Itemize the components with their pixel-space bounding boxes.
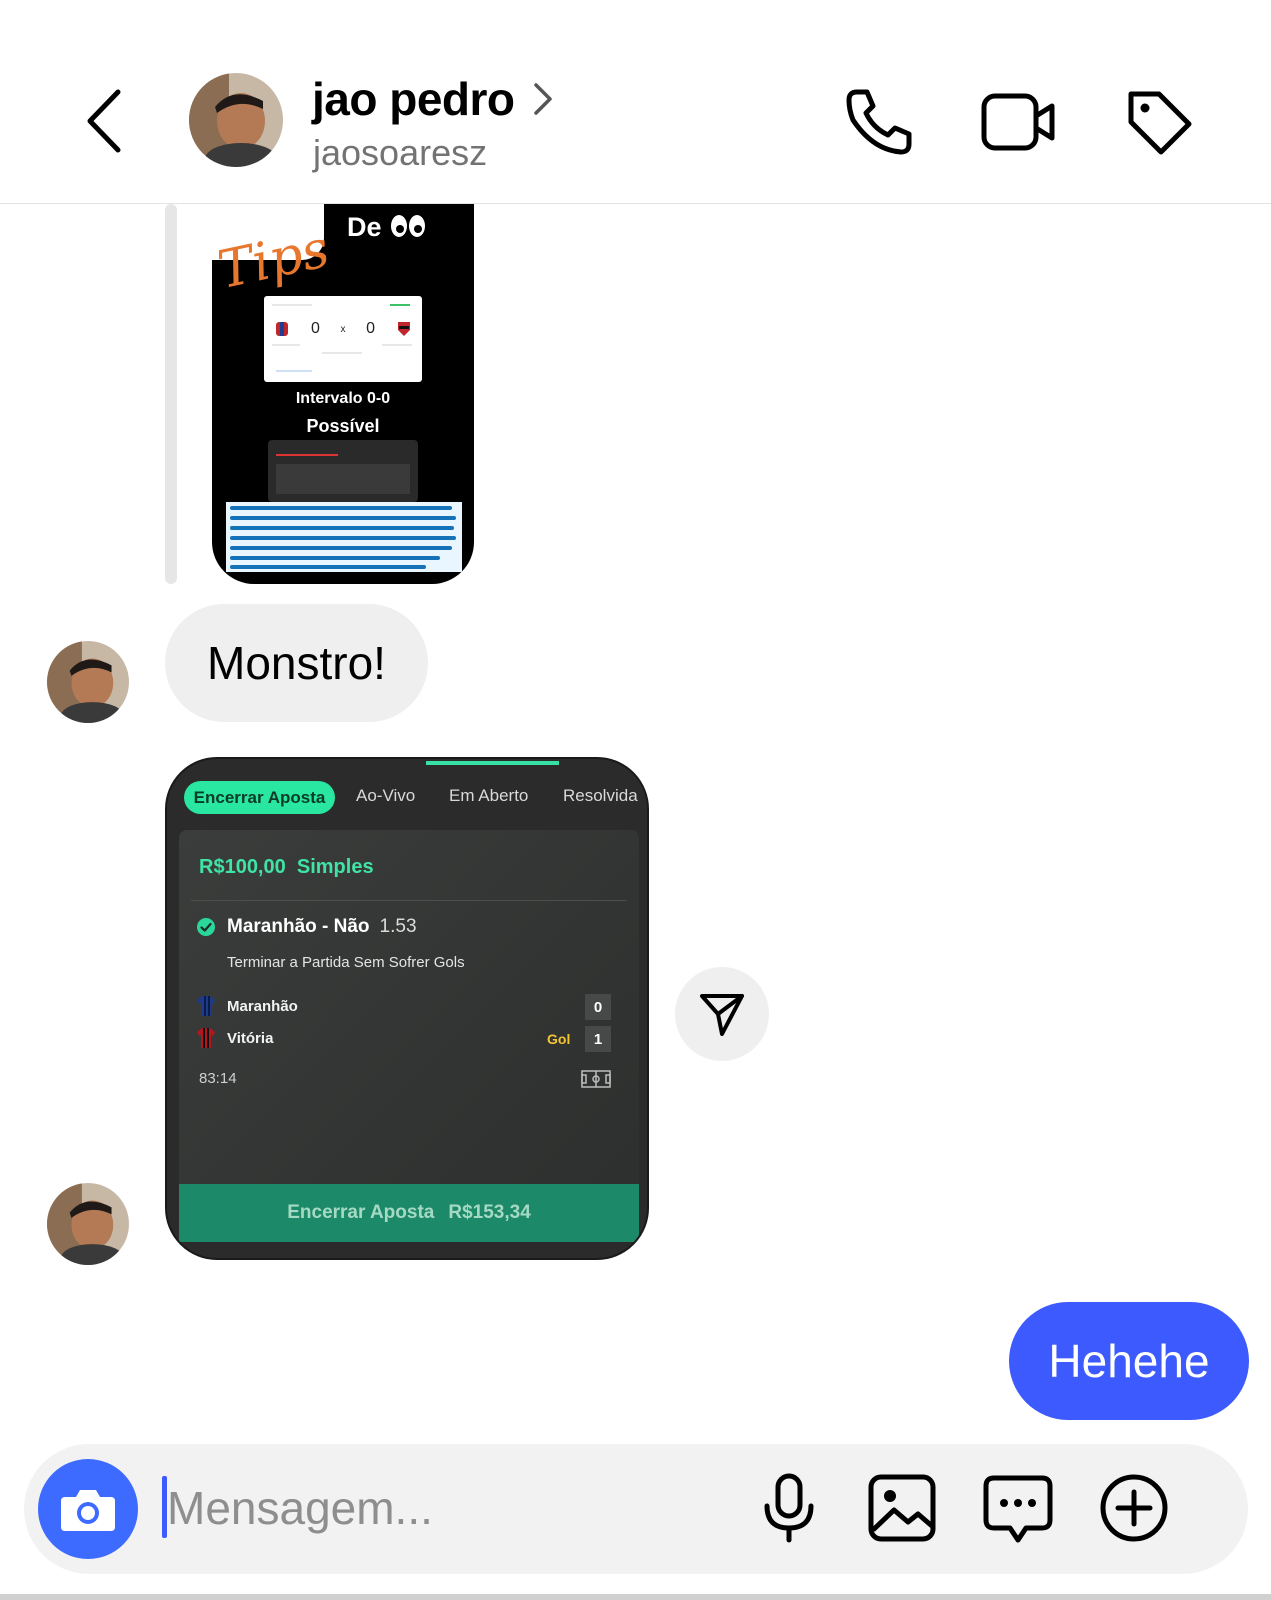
post-heading: De bbox=[347, 212, 382, 242]
dm-thread-screen: jao pedro jaosoaresz Tips De 0 x 0 Inter… bbox=[0, 0, 1271, 1600]
team-2-name: Vitória bbox=[227, 1030, 274, 1047]
paper-plane-icon bbox=[700, 994, 744, 1036]
message-composer bbox=[24, 1444, 1248, 1574]
message-input[interactable] bbox=[167, 1477, 727, 1539]
vitoria-shirt-icon bbox=[197, 1028, 215, 1048]
bet-selection: Maranhão - Não 1.53 bbox=[227, 916, 417, 938]
bet-tabs: Encerrar Aposta Ao-Vivo Em Aberto Resolv… bbox=[167, 759, 647, 829]
bet-selection-name: Maranhão - Não bbox=[227, 916, 370, 937]
sender-avatar-2[interactable] bbox=[47, 1183, 129, 1265]
contact-name[interactable]: jao pedro bbox=[312, 72, 515, 126]
post-score-separator: x bbox=[340, 323, 346, 335]
eyes-emoji-icon bbox=[391, 215, 425, 237]
tag-icon[interactable] bbox=[1123, 86, 1195, 158]
sender-avatar[interactable] bbox=[47, 641, 129, 723]
tab-resolvida: Resolvida bbox=[563, 786, 638, 805]
team-1-score: 0 bbox=[585, 994, 611, 1020]
team-2-score: 1 bbox=[585, 1026, 611, 1052]
tab-em-aberto: Em Aberto bbox=[449, 786, 529, 805]
camera-icon bbox=[61, 1490, 115, 1531]
active-tab-indicator bbox=[426, 761, 559, 765]
thread-header: jao pedro jaosoaresz bbox=[0, 0, 1271, 204]
gallery-icon[interactable] bbox=[866, 1472, 938, 1544]
bet-type: Simples bbox=[296, 856, 374, 878]
phone-icon[interactable] bbox=[843, 86, 915, 158]
post-bet-slip-thumbnail bbox=[268, 440, 418, 502]
microphone-icon[interactable] bbox=[753, 1472, 825, 1544]
cashout-bar: Encerrar Aposta R$153,34 bbox=[179, 1184, 639, 1242]
post-line-possible: Possível bbox=[306, 416, 380, 436]
check-circle-icon bbox=[197, 918, 215, 936]
outgoing-message-bubble[interactable]: Hehehe bbox=[1009, 1302, 1249, 1420]
match-clock: 83:14 bbox=[199, 1070, 237, 1087]
away-crest-icon bbox=[397, 322, 410, 336]
goal-event-label: Gol bbox=[547, 1031, 571, 1047]
divider bbox=[191, 900, 627, 901]
tab-ao-vivo: Ao-Vivo bbox=[356, 786, 416, 805]
maranhao-shirt-icon bbox=[197, 996, 215, 1016]
home-indicator-strip bbox=[0, 1594, 1271, 1600]
contact-name-row[interactable]: jao pedro bbox=[312, 72, 555, 126]
post-line-interval: Intervalo 0-0 bbox=[295, 390, 391, 407]
cashout-value: R$153,34 bbox=[448, 1202, 531, 1223]
sticker-chat-icon[interactable] bbox=[982, 1472, 1054, 1544]
reply-indicator-bar bbox=[165, 204, 177, 584]
video-camera-icon[interactable] bbox=[980, 86, 1060, 158]
home-crest-icon bbox=[276, 322, 289, 336]
team-1-name: Maranhão bbox=[227, 998, 298, 1015]
bet-stake: R$100,00 Simples bbox=[199, 856, 374, 879]
post-caption-thumbnail bbox=[226, 502, 462, 572]
contact-avatar[interactable] bbox=[189, 73, 283, 167]
chevron-right-icon bbox=[533, 83, 552, 115]
post-score-away: 0 bbox=[366, 320, 375, 337]
contact-username: jaosoaresz bbox=[313, 132, 488, 173]
pitch-icon bbox=[581, 1070, 611, 1088]
incoming-message-bubble[interactable]: Monstro! bbox=[165, 604, 428, 722]
post-score-home: 0 bbox=[310, 320, 320, 337]
bet-market: Terminar a Partida Sem Sofrer Gols bbox=[227, 954, 465, 971]
tab-encerrar-aposta: Encerrar Aposta bbox=[184, 781, 335, 814]
bet-stake-amount: R$100,00 bbox=[199, 856, 286, 878]
share-button[interactable] bbox=[675, 967, 769, 1061]
plus-circle-icon[interactable] bbox=[1098, 1472, 1170, 1544]
bet-slip-panel: R$100,00 Simples Maranhão - Não 1.53 Term… bbox=[179, 830, 639, 1240]
camera-button[interactable] bbox=[38, 1459, 138, 1559]
back-chevron-icon[interactable] bbox=[78, 86, 134, 156]
bet-odd: 1.53 bbox=[379, 916, 417, 937]
shared-post-preview[interactable]: Tips De 0 x 0 Intervalo 0-0 Possível bbox=[212, 204, 474, 584]
bet-screenshot-message[interactable]: Encerrar Aposta Ao-Vivo Em Aberto Resolv… bbox=[165, 757, 649, 1260]
cashout-label: Encerrar Aposta bbox=[287, 1202, 435, 1223]
post-score-card: 0 x 0 bbox=[264, 296, 422, 382]
